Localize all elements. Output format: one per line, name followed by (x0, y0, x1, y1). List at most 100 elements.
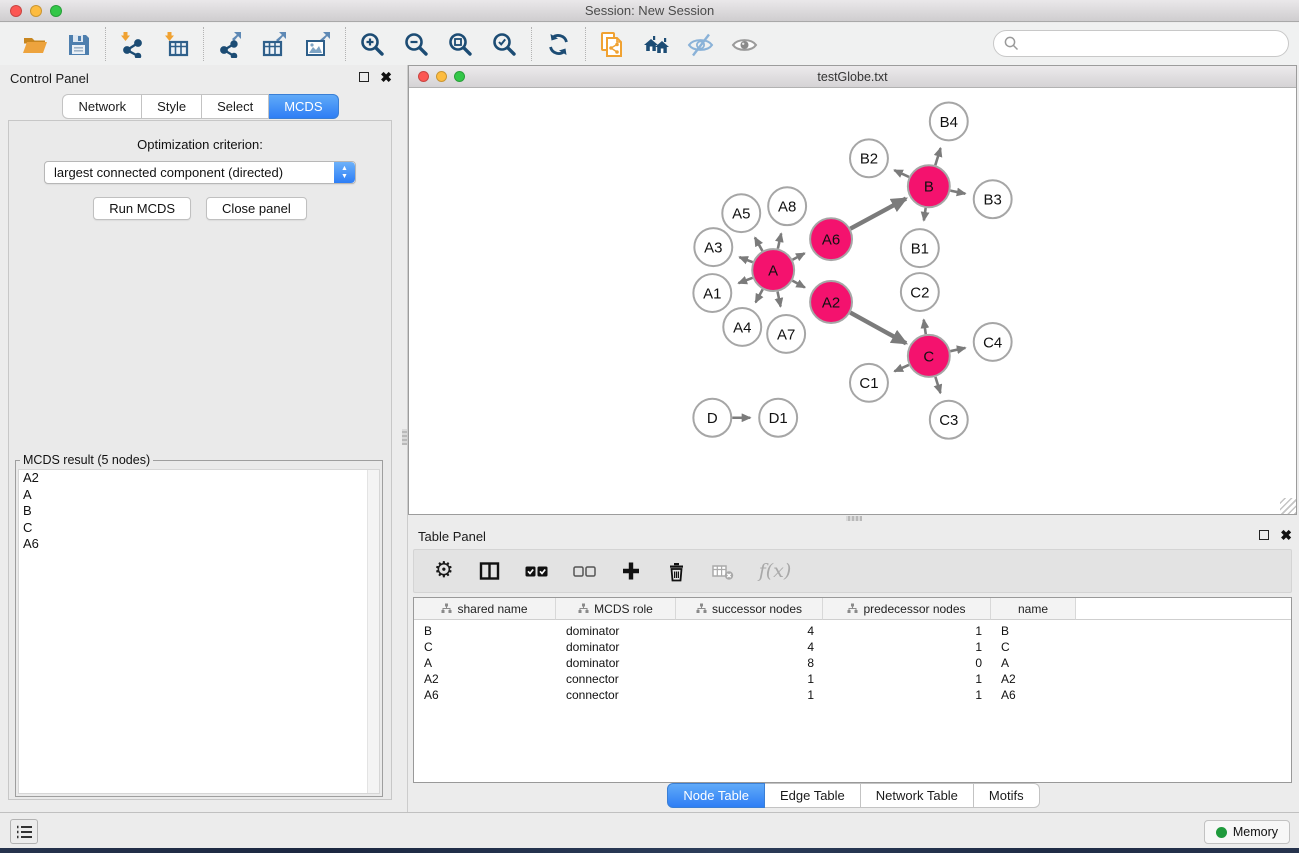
table-cell[interactable]: A2 (414, 671, 556, 687)
table-cell[interactable]: C (991, 639, 1076, 655)
delete-table-icon[interactable] (712, 562, 734, 581)
tab-network[interactable]: Network (62, 94, 142, 119)
table-cell[interactable]: dominator (556, 623, 676, 639)
tab-mcds[interactable]: MCDS (269, 94, 338, 119)
add-column-icon[interactable] (621, 561, 641, 581)
table-cell[interactable]: A2 (991, 671, 1076, 687)
minimize-window-button[interactable] (30, 5, 42, 17)
table-cell[interactable]: connector (556, 671, 676, 687)
graph-edge-C-C1[interactable] (894, 365, 908, 371)
column-layout-icon[interactable] (479, 561, 500, 581)
criterion-select[interactable]: largest connected component (directed) ▲… (44, 161, 356, 184)
graph-node-C[interactable]: C (908, 335, 950, 377)
graph-edge-B-B1[interactable] (924, 208, 926, 220)
open-session-icon[interactable] (21, 31, 48, 58)
hide-selected-eye-slash-icon[interactable] (687, 31, 714, 58)
zoom-fit-icon[interactable] (447, 31, 474, 58)
close-window-button[interactable] (10, 5, 22, 17)
tab-select[interactable]: Select (202, 94, 269, 119)
graph-node-A6[interactable]: A6 (810, 218, 852, 260)
table-cell[interactable]: 1 (823, 687, 991, 703)
column-header-successor-nodes[interactable]: successor nodes (676, 598, 823, 620)
graph-node-B[interactable]: B (908, 165, 950, 207)
tab-style[interactable]: Style (142, 94, 202, 119)
table-cell[interactable]: 4 (676, 639, 823, 655)
column-header-shared-name[interactable]: shared name (414, 598, 556, 620)
graph-node-A4[interactable]: A4 (723, 308, 761, 346)
run-mcds-button[interactable]: Run MCDS (93, 197, 191, 220)
table-cell[interactable]: 4 (676, 623, 823, 639)
graph-edge-A-A3[interactable] (739, 257, 752, 262)
graph-node-A3[interactable]: A3 (694, 228, 732, 266)
close-panel-icon[interactable]: ✖ (1280, 529, 1292, 541)
network-canvas[interactable]: B4B2BB3B1A5A8A6A3AA1C2A2A4A7C4CC1C3DD1 (409, 88, 1296, 514)
graph-edge-C-C2[interactable] (924, 320, 926, 334)
table-cell[interactable]: 8 (676, 655, 823, 671)
zoom-out-icon[interactable] (403, 31, 430, 58)
graph-edge-B-B3[interactable] (950, 191, 965, 194)
graph-node-D[interactable]: D (693, 399, 731, 437)
graph-node-C3[interactable]: C3 (930, 401, 968, 439)
graph-edge-A-A8[interactable] (778, 234, 781, 249)
graph-edge-A-A6[interactable] (793, 253, 805, 259)
memory-button[interactable]: Memory (1204, 820, 1290, 844)
function-builder-icon[interactable]: f(x) (759, 560, 792, 582)
first-neighbors-houses-icon[interactable] (643, 31, 670, 58)
export-image-icon[interactable] (305, 31, 332, 58)
export-table-icon[interactable] (261, 31, 288, 58)
float-panel-icon[interactable] (359, 72, 369, 82)
settings-gear-icon[interactable]: ⚙ (434, 560, 454, 582)
graph-edge-A-A2[interactable] (792, 281, 804, 288)
delete-column-trash-icon[interactable] (666, 561, 687, 582)
table-cell[interactable]: A6 (414, 687, 556, 703)
table-cell[interactable]: 1 (823, 639, 991, 655)
graph-edge-A-A4[interactable] (756, 289, 763, 302)
graph-node-D1[interactable]: D1 (759, 399, 797, 437)
save-session-icon[interactable] (65, 31, 92, 58)
graph-edge-A6-B[interactable] (850, 199, 906, 229)
export-network-icon[interactable] (217, 31, 244, 58)
table-row[interactable]: A2connector11A2 (414, 671, 1291, 687)
import-table-icon[interactable] (163, 31, 190, 58)
column-header-name[interactable]: name (991, 598, 1076, 620)
close-panel-icon[interactable]: ✖ (380, 71, 392, 83)
zoom-selected-icon[interactable] (491, 31, 518, 58)
graph-edge-B-B2[interactable] (894, 170, 909, 177)
graph-node-B2[interactable]: B2 (850, 139, 888, 177)
table-row[interactable]: A6connector11A6 (414, 687, 1291, 703)
graph-edge-B-B4[interactable] (935, 148, 940, 165)
graph-node-A1[interactable]: A1 (693, 274, 731, 312)
table-cell[interactable]: 1 (676, 671, 823, 687)
graph-edge-A-A1[interactable] (738, 278, 752, 283)
search-input[interactable] (1020, 36, 1288, 51)
table-cell[interactable]: A (991, 655, 1076, 671)
graph-node-B3[interactable]: B3 (974, 180, 1012, 218)
table-row[interactable]: Bdominator41B (414, 623, 1291, 639)
column-header-MCDS-role[interactable]: MCDS role (556, 598, 676, 620)
graph-node-C4[interactable]: C4 (974, 323, 1012, 361)
graph-node-C2[interactable]: C2 (901, 273, 939, 311)
result-list-item[interactable]: A2 (19, 470, 379, 487)
result-list-item[interactable]: C (19, 520, 379, 537)
network-close-button[interactable] (418, 71, 429, 82)
network-minimize-button[interactable] (436, 71, 447, 82)
table-cell[interactable]: connector (556, 687, 676, 703)
table-cell[interactable]: B (414, 623, 556, 639)
tab-network-table[interactable]: Network Table (861, 783, 974, 808)
graph-node-A[interactable]: A (752, 249, 794, 291)
table-cell[interactable]: A (414, 655, 556, 671)
divider-grip[interactable] (402, 429, 407, 445)
tab-edge-table[interactable]: Edge Table (765, 783, 861, 808)
table-cell[interactable]: C (414, 639, 556, 655)
table-cell[interactable]: B (991, 623, 1076, 639)
table-cell[interactable]: 1 (676, 687, 823, 703)
tab-node-table[interactable]: Node Table (667, 783, 765, 808)
graph-node-A7[interactable]: A7 (767, 315, 805, 353)
deselect-all-checkboxes-icon[interactable] (573, 564, 596, 579)
show-all-eye-icon[interactable] (731, 31, 758, 58)
graph-node-A5[interactable]: A5 (722, 194, 760, 232)
table-cell[interactable]: 1 (823, 623, 991, 639)
task-history-button[interactable] (10, 819, 38, 844)
result-list-item[interactable]: A6 (19, 536, 379, 553)
graph-edge-A-A5[interactable] (755, 238, 763, 251)
